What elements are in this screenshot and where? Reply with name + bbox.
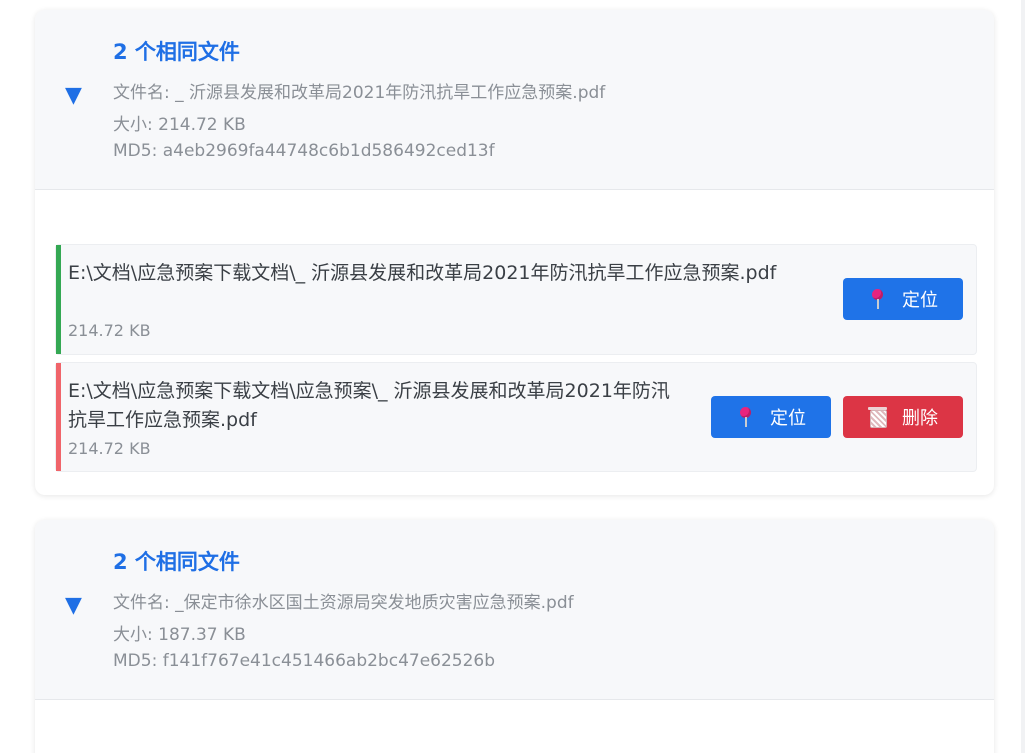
scrollbar-track[interactable] xyxy=(1021,0,1025,753)
file-path: E:\文档\应急预案下载文档\应急预案\_ 沂源县发展和改革局2021年防汛抗旱… xyxy=(68,380,670,431)
delete-button-label: 删除 xyxy=(902,408,938,429)
wastebasket-icon xyxy=(868,406,888,428)
file-size: 214.72 KB xyxy=(68,321,151,340)
triangle-down-icon[interactable]: ▼ xyxy=(65,84,89,108)
group-size: 大小: 214.72 KB xyxy=(113,115,246,135)
locate-button-label: 定位 xyxy=(902,290,938,311)
file-row-original: E:\文档\应急预案下载文档\_ 沂源县发展和改革局2021年防汛抗旱工作应急预… xyxy=(55,244,977,355)
file-size: 214.72 KB xyxy=(68,439,151,458)
group-md5: MD5: f141f767e41c451466ab2bc47e62526b xyxy=(113,651,496,671)
group-filename: 文件名: _ 沂源县发展和改革局2021年防汛抗旱工作应急预案.pdf xyxy=(113,83,606,103)
duplicate-group-header[interactable]: ▼ 2 个相同文件 文件名: _ 沂源县发展和改革局2021年防汛抗旱工作应急预… xyxy=(35,10,994,190)
file-row-duplicate: E:\文档\应急预案下载文档\应急预案\_ 沂源县发展和改革局2021年防汛抗旱… xyxy=(55,362,977,472)
duplicate-files-page: ▼ 2 个相同文件 文件名: _ 沂源县发展和改革局2021年防汛抗旱工作应急预… xyxy=(0,0,1025,753)
duplicate-group-header[interactable]: ▼ 2 个相同文件 文件名: _保定市徐水区国土资源局突发地质灾害应急预案.pd… xyxy=(35,520,994,700)
locate-button[interactable]: 定位 xyxy=(843,278,963,320)
group-title: 2 个相同文件 xyxy=(113,40,240,64)
pushpin-icon xyxy=(736,406,756,428)
locate-button[interactable]: 定位 xyxy=(711,396,831,438)
group-size: 大小: 187.37 KB xyxy=(113,625,246,645)
group-md5: MD5: a4eb2969fa44748c6b1d586492ced13f xyxy=(113,141,495,161)
delete-button[interactable]: 删除 xyxy=(843,396,963,438)
duplicate-group-card: ▼ 2 个相同文件 文件名: _保定市徐水区国土资源局突发地质灾害应急预案.pd… xyxy=(35,520,994,753)
group-title: 2 个相同文件 xyxy=(113,550,240,574)
keep-status-bar xyxy=(56,245,61,354)
triangle-down-icon[interactable]: ▼ xyxy=(65,594,89,618)
file-path: E:\文档\应急预案下载文档\_ 沂源县发展和改革局2021年防汛抗旱工作应急预… xyxy=(68,262,777,284)
locate-button-label: 定位 xyxy=(770,408,806,429)
duplicate-status-bar xyxy=(56,363,61,471)
group-filename: 文件名: _保定市徐水区国土资源局突发地质灾害应急预案.pdf xyxy=(113,593,574,613)
duplicate-group-card: ▼ 2 个相同文件 文件名: _ 沂源县发展和改革局2021年防汛抗旱工作应急预… xyxy=(35,10,994,495)
pushpin-icon xyxy=(868,288,888,310)
